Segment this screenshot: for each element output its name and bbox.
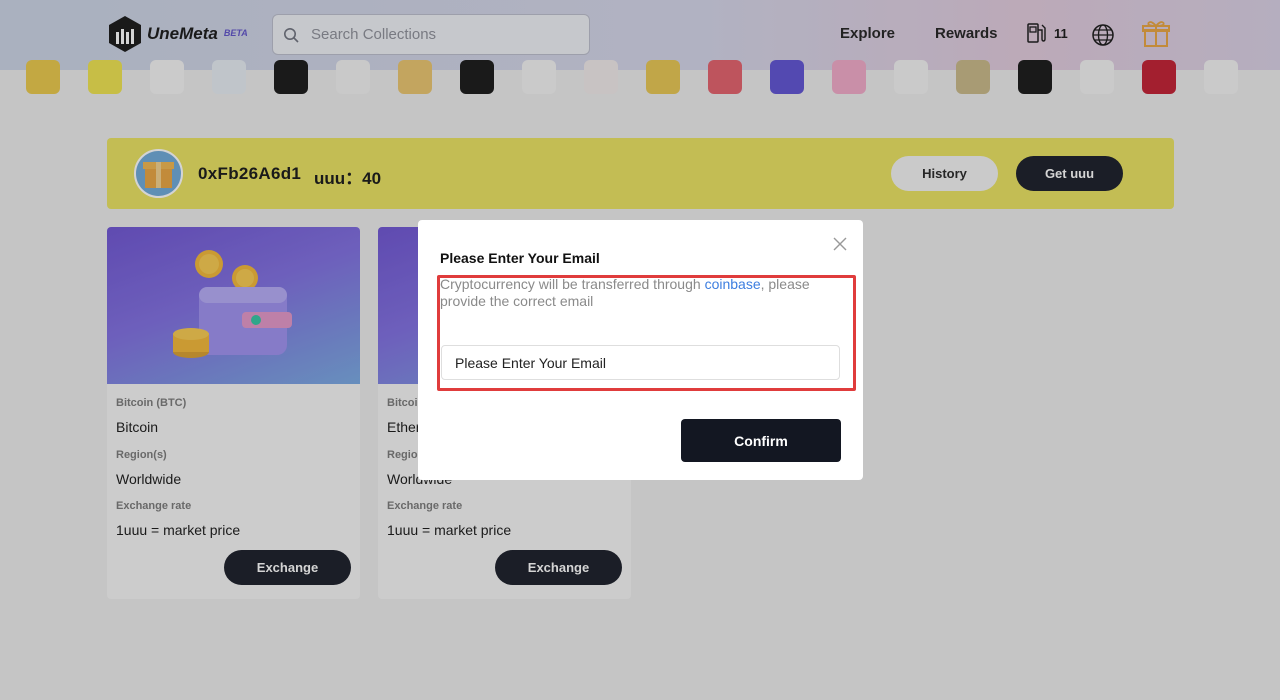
confirm-button[interactable]: Confirm: [681, 419, 841, 462]
desc-text: Cryptocurrency will be transferred throu…: [440, 276, 705, 292]
email-field[interactable]: [441, 345, 840, 380]
close-icon[interactable]: [832, 236, 848, 252]
coinbase-link[interactable]: coinbase: [705, 276, 761, 292]
modal-description: Cryptocurrency will be transferred throu…: [440, 276, 820, 310]
email-modal: Please Enter Your Email Cryptocurrency w…: [418, 220, 863, 480]
modal-title: Please Enter Your Email: [440, 250, 600, 266]
